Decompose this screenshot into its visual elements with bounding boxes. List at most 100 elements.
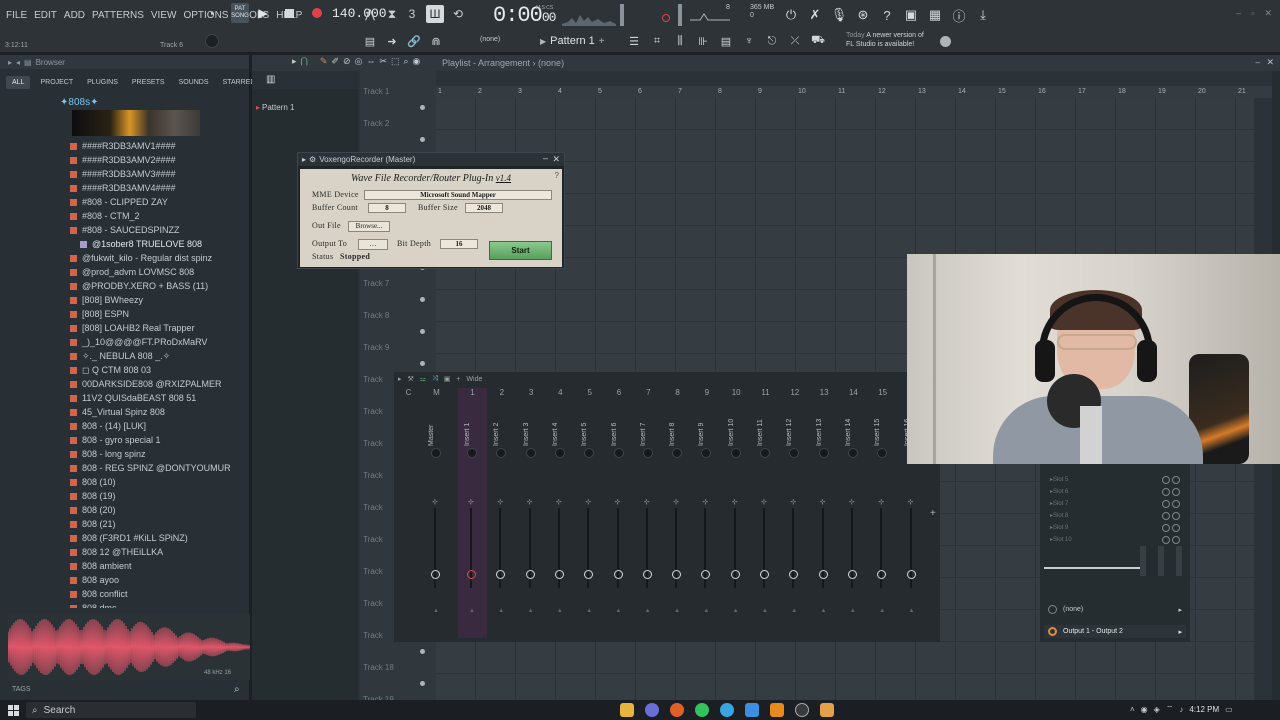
effect-slot[interactable]: ▸ Slot 9 xyxy=(1050,522,1186,533)
browser-item[interactable]: ◻ Q CTM 808 03 xyxy=(0,363,250,377)
route-knob[interactable] xyxy=(672,570,682,579)
stereo-icon[interactable]: ⊹ xyxy=(527,498,535,506)
mixer-strip[interactable]: 15 Insert 15 ⊹ ▲ xyxy=(868,388,897,638)
output-to-select[interactable]: … xyxy=(358,239,388,250)
route-arrow-icon[interactable]: ▲ xyxy=(879,608,885,614)
browser-item[interactable]: ✧._ NEBULA 808 _.✧ xyxy=(0,349,250,363)
mic-icon[interactable]: 🎙 xyxy=(830,6,848,24)
video-icon[interactable]: ⤫ xyxy=(787,33,803,49)
mixer-strip[interactable]: 12 Insert 12 ⊹ ▲ xyxy=(780,388,809,638)
pl-play-icon[interactable]: ◉ xyxy=(413,56,421,67)
stereo-icon[interactable]: ⊹ xyxy=(732,498,740,506)
slot-enable-icon[interactable] xyxy=(1162,535,1170,544)
browser-item[interactable]: 808 conflict xyxy=(0,587,250,601)
mixer-view-icon[interactable]: ▣ xyxy=(444,375,451,383)
obs-icon[interactable] xyxy=(795,703,809,717)
pl-paint-icon[interactable]: ✐ xyxy=(331,56,339,67)
pan-knob[interactable] xyxy=(642,448,653,458)
stereo-icon[interactable]: ⊹ xyxy=(849,498,857,506)
stereo-icon[interactable]: ⊹ xyxy=(468,498,476,506)
route-arrow-icon[interactable]: ▲ xyxy=(909,608,915,614)
menu-edit[interactable]: EDIT xyxy=(34,10,57,21)
route-arrow-icon[interactable]: ▲ xyxy=(528,608,534,614)
browser-item[interactable]: 808 - gyro special 1 xyxy=(0,433,250,447)
route-input[interactable]: (none) ▸ xyxy=(1044,603,1186,616)
mixer-strip[interactable]: 11 Insert 11 ⊹ ▲ xyxy=(751,388,780,638)
shop-icon[interactable]: ⛟ xyxy=(810,33,826,49)
effect-slot[interactable]: ▸ Slot 6 xyxy=(1050,486,1186,497)
channel-rack-icon[interactable]: ⫼ xyxy=(672,33,688,49)
help-icon[interactable]: ? xyxy=(878,6,896,24)
pan-knob[interactable] xyxy=(847,448,858,458)
track-label[interactable]: Track 7 xyxy=(363,279,389,288)
pl-zoom-icon[interactable]: ⌕ xyxy=(403,56,408,67)
route-knob[interactable] xyxy=(906,570,916,579)
menu-file[interactable]: FILE xyxy=(6,10,27,21)
bit-depth-field[interactable]: 16 xyxy=(440,239,478,249)
tab-all[interactable]: ALL xyxy=(6,75,31,89)
browser-item[interactable]: 808 (20) xyxy=(0,503,250,517)
windows-start-icon[interactable] xyxy=(8,705,19,716)
effect-slot[interactable]: ▸ Slot 5 xyxy=(1050,474,1186,485)
menu-patterns[interactable]: PATTERNS xyxy=(92,10,144,21)
browser-item[interactable]: @fukwit_kilo - Regular dist spinz xyxy=(0,251,250,265)
browser-item[interactable]: ####R3DB3AMV2#### xyxy=(0,153,250,167)
pattern-list-item[interactable]: ▸ Pattern 1 xyxy=(256,103,294,112)
vox-close-icon[interactable]: ✕ xyxy=(552,154,560,165)
browser-item[interactable]: 808 - REG SPINZ @DONTYOUMUR xyxy=(0,461,250,475)
pl-options-icon[interactable]: ▸ xyxy=(292,56,297,67)
browser-item[interactable]: 808 ayoo xyxy=(0,573,250,587)
slot-mix-knob[interactable] xyxy=(1172,523,1180,532)
slot-mix-knob[interactable] xyxy=(1172,535,1180,544)
play-button[interactable]: ▶ xyxy=(255,5,271,21)
track-label[interactable]: Track xyxy=(363,631,383,640)
pan-knob[interactable] xyxy=(730,448,741,458)
volume-icon[interactable]: ♪ xyxy=(1179,705,1183,714)
browser-item[interactable]: @1sober8 TRUELOVE 808 xyxy=(0,237,250,251)
pl-mute-icon[interactable]: ◎ xyxy=(355,56,363,67)
buffer-size-field[interactable]: 2048 xyxy=(465,203,503,213)
tab-plugins[interactable]: PLUGINS xyxy=(83,76,122,89)
stereo-icon[interactable]: ⊹ xyxy=(615,498,623,506)
pan-knob[interactable] xyxy=(672,448,683,458)
metronome-icon[interactable]: ⋀ xyxy=(362,6,378,22)
browser-item[interactable]: 808 (F3RD1 #KiLL SPiNZ) xyxy=(0,531,250,545)
stereo-icon[interactable]: ⊹ xyxy=(497,498,505,506)
tray-app-icon[interactable]: ◉ xyxy=(1141,705,1148,714)
pan-knob[interactable] xyxy=(496,448,507,458)
pattern-picker-icon[interactable]: ▥ xyxy=(266,74,275,85)
route-knob[interactable] xyxy=(847,570,857,579)
browser-item[interactable]: ####R3DB3AMV4#### xyxy=(0,181,250,195)
stereo-icon[interactable]: ⊹ xyxy=(556,498,564,506)
slot-fader2[interactable] xyxy=(1158,546,1164,576)
mixer-icon[interactable]: ⊪ xyxy=(695,33,711,49)
pl-slip-icon[interactable]: ⇔ xyxy=(366,56,375,67)
track-mute-icon[interactable] xyxy=(420,681,425,686)
save-icon[interactable]: ▣ xyxy=(902,6,920,24)
spotify-icon[interactable] xyxy=(695,703,709,717)
stereo-icon[interactable]: ⊹ xyxy=(790,498,798,506)
pl-draw-icon[interactable]: ✎ xyxy=(320,56,328,67)
stereo-icon[interactable]: ⊹ xyxy=(908,498,916,506)
track-mute-icon[interactable] xyxy=(420,329,425,334)
plugin-db-icon[interactable]: ♆ xyxy=(741,33,757,49)
mixer-strip[interactable]: 4 Insert 4 ⊹ ▲ xyxy=(546,388,575,638)
loop-record-icon[interactable]: ⟲ xyxy=(450,6,466,22)
mixer-view-label[interactable]: Wide xyxy=(466,376,482,383)
browser-icon[interactable]: ▤ xyxy=(718,33,734,49)
route-arrow-icon[interactable]: ▲ xyxy=(850,608,856,614)
magnet-icon[interactable]: ⋒ xyxy=(428,33,444,49)
effect-slot[interactable]: ▸ Slot 8 xyxy=(1050,510,1186,521)
route-arrow-icon[interactable]: ▲ xyxy=(498,608,504,614)
browser-item[interactable]: 11V2 QUISdaBEAST 808 51 xyxy=(0,391,250,405)
route-arrow-icon[interactable]: ▲ xyxy=(557,608,563,614)
slot-mix-knob[interactable] xyxy=(1172,499,1180,508)
mme-device-select[interactable]: Microsoft Sound Mapper xyxy=(364,190,552,200)
slot-enable-icon[interactable] xyxy=(1162,487,1170,496)
browser-item[interactable]: @PRODBY.XERO + BASS (11) xyxy=(0,279,250,293)
pan-knob[interactable] xyxy=(431,448,441,458)
update-icon[interactable] xyxy=(940,36,951,47)
slot-fader[interactable] xyxy=(1140,546,1146,576)
stereo-icon[interactable]: ⊹ xyxy=(673,498,681,506)
master-pitch-knob[interactable] xyxy=(662,14,670,22)
